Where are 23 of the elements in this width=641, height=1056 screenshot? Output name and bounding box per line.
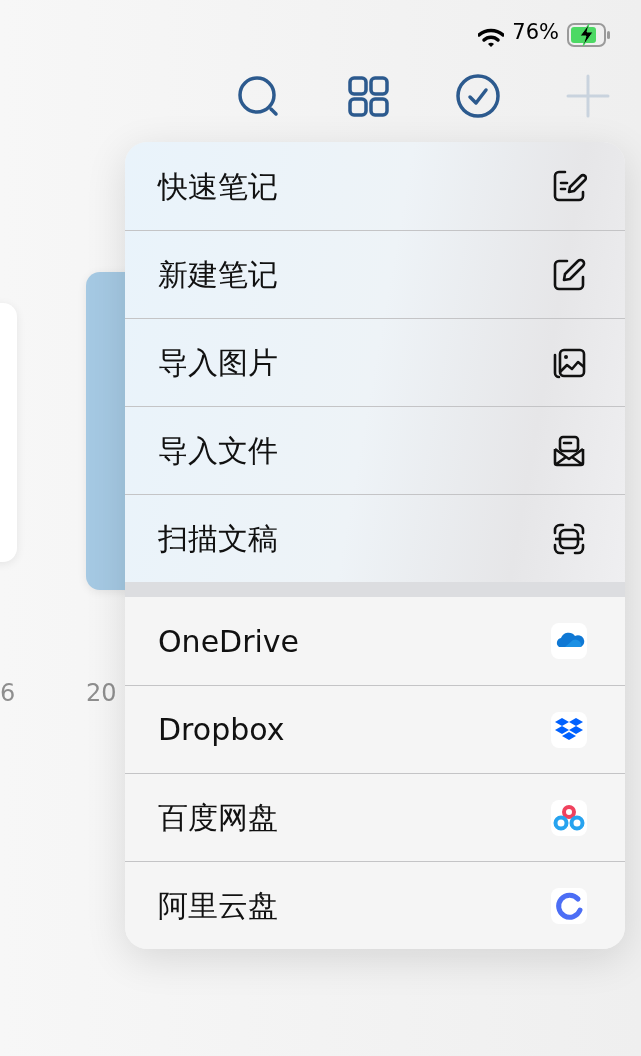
- note-date: 20: [86, 678, 117, 709]
- menu-item[interactable]: OneDrive: [125, 597, 625, 685]
- quick-note-icon: [551, 168, 587, 204]
- cloud-icon: [551, 623, 587, 659]
- add-icon: [565, 73, 611, 119]
- battery-percentage: 76%: [512, 18, 559, 46]
- menu-item[interactable]: 快速笔记: [125, 142, 625, 230]
- checkmark-icon: [455, 73, 501, 119]
- ring-icon: [551, 887, 587, 924]
- checkmark-button[interactable]: [453, 71, 503, 121]
- open-box-icon: [551, 711, 587, 748]
- search-icon: [235, 73, 281, 119]
- menu-item[interactable]: 阿里云盘: [125, 861, 625, 949]
- rings-icon: [551, 799, 587, 836]
- menu-item[interactable]: Dropbox: [125, 685, 625, 773]
- menu-item[interactable]: 新建笔记: [125, 230, 625, 318]
- menu-item[interactable]: 导入图片: [125, 318, 625, 406]
- pencil-square-icon: [551, 256, 587, 293]
- wifi-icon: [478, 28, 505, 48]
- menu-item[interactable]: 导入文件: [125, 406, 625, 494]
- note-date: 6: [0, 678, 16, 709]
- menu-item[interactable]: 百度网盘: [125, 773, 625, 861]
- grid-icon: [345, 73, 391, 119]
